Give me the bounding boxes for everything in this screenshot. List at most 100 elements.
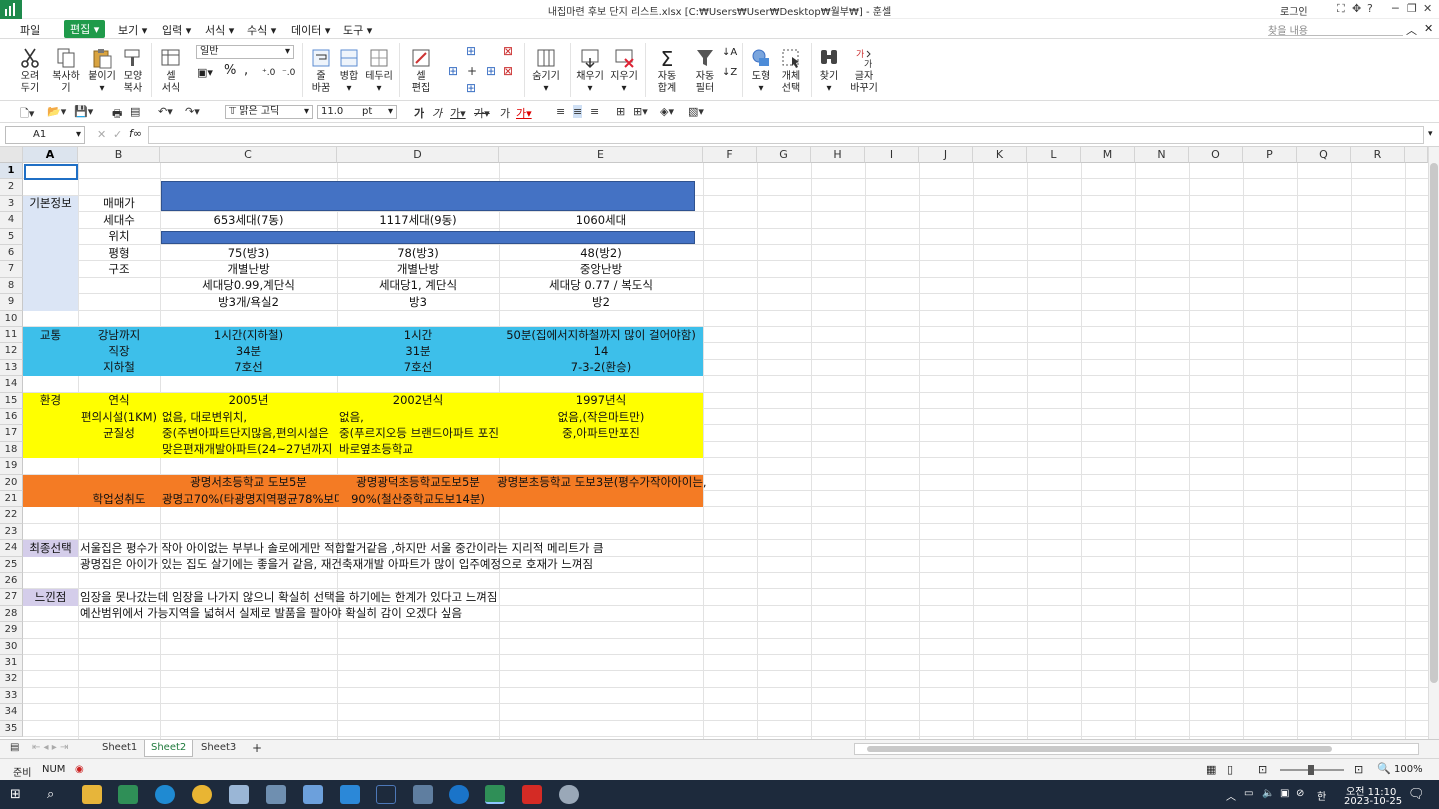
menu-insert[interactable]: 입력 ▾ — [162, 22, 191, 38]
autofilter-button[interactable]: 자동 필터 — [690, 47, 720, 95]
row-header[interactable]: 16 — [0, 409, 23, 426]
windows-start-icon[interactable]: ⊞ — [10, 787, 21, 802]
row-header[interactable]: 18 — [0, 441, 23, 459]
cell-b5[interactable]: 위치 — [78, 229, 160, 245]
confirm-icon[interactable]: ✓ — [113, 128, 122, 141]
underline-icon[interactable]: 가▾ — [450, 105, 466, 121]
save-icon[interactable]: 💾▾ — [74, 105, 93, 118]
delete-col-icon[interactable]: ⊠ — [503, 65, 513, 77]
borders-icon[interactable]: ⊞▾ — [633, 105, 648, 118]
cell-d15[interactable]: 2002년식 — [337, 393, 499, 409]
move-icon[interactable]: ✥ — [1352, 2, 1361, 15]
search-icon[interactable]: ⌕ — [47, 787, 54, 802]
row-header[interactable]: 1 — [0, 163, 23, 180]
percent-icon[interactable]: % — [224, 64, 236, 77]
expand-formula-icon[interactable]: ▾ — [1428, 129, 1433, 139]
cell-c8[interactable]: 세대당0.99,계단식 — [160, 278, 337, 294]
row-header[interactable]: 24 — [0, 540, 23, 557]
cell-c21[interactable]: 광명고70%(타광명지역평균78%보다 — [162, 492, 339, 508]
notification-icon[interactable]: 🗨 — [1408, 787, 1425, 802]
app-icon-14[interactable] — [559, 785, 579, 804]
new-file-icon[interactable]: 🗋▾ — [20, 105, 34, 124]
edge-browser-icon[interactable] — [155, 785, 175, 804]
cell-d6[interactable]: 78(방3) — [337, 246, 499, 262]
cell-d4[interactable]: 1117세대(9동) — [337, 213, 499, 229]
cell-e9[interactable]: 방2 — [499, 295, 703, 311]
zoom-slider-thumb[interactable] — [1308, 765, 1314, 775]
zoom-page-icon[interactable]: ⊡ — [1354, 763, 1363, 776]
sheet-list-icon[interactable]: ▤ — [4, 740, 25, 757]
paste-button[interactable]: 붙이기 ▾ — [87, 47, 117, 95]
menu-data[interactable]: 데이터 ▾ — [291, 22, 330, 38]
cell-b17[interactable]: 균질성 — [78, 426, 160, 442]
selected-cell-a1[interactable] — [24, 164, 78, 180]
cell-c6[interactable]: 75(방3) — [160, 246, 337, 262]
cell-b7[interactable]: 구조 — [78, 262, 160, 278]
insert-sheet-icon[interactable]: ⊞ — [486, 65, 496, 77]
cell-b6[interactable]: 평형 — [78, 246, 160, 262]
cell-d17[interactable]: 중(푸르지오등 브랜드아파트 포진 — [339, 426, 501, 442]
add-sheet-icon[interactable]: + — [246, 740, 268, 757]
cell-b25[interactable]: 광명집은 아이가 있는 집도 살기에는 좋을거 같음, 재건축재개발 아파트가 … — [80, 557, 720, 573]
cell-d18[interactable]: 바로옆초등학교 — [339, 442, 501, 458]
tray-icon-b[interactable]: ⊘ — [1296, 788, 1304, 799]
active-spreadsheet-icon[interactable] — [485, 785, 505, 804]
row-header[interactable]: 28 — [0, 605, 23, 623]
font-color-icon[interactable]: 가▾ — [516, 105, 532, 121]
merge-center-icon[interactable]: ⊞ — [616, 105, 625, 118]
cell-e17[interactable]: 중,아파트만포진 — [499, 426, 703, 442]
row-header[interactable]: 11 — [0, 327, 23, 344]
find-button[interactable]: 찾기 ▾ — [816, 47, 842, 95]
number-format-select[interactable]: 일반 ▾ — [196, 45, 294, 59]
row-header[interactable]: 14 — [0, 376, 23, 393]
sheet-tab-1[interactable]: Sheet1 — [96, 740, 143, 757]
cell-b4[interactable]: 세대수 — [78, 213, 160, 229]
sort-desc-icon[interactable]: ↓Z — [722, 67, 737, 79]
cell-a27[interactable]: 느낀점 — [23, 590, 78, 606]
cell-c11[interactable]: 1시간(지하철) — [160, 328, 337, 344]
row-header[interactable]: 23 — [0, 523, 23, 541]
menu-format[interactable]: 서식 ▾ — [205, 22, 234, 38]
login-button[interactable]: 로그인 — [1280, 3, 1308, 18]
row-header[interactable]: 21 — [0, 491, 23, 508]
sheet-tab-3[interactable]: Sheet3 — [195, 740, 242, 757]
mail-icon[interactable] — [303, 785, 323, 804]
row-header[interactable]: 34 — [0, 704, 23, 721]
print-icon[interactable]: 🖶 — [112, 105, 122, 124]
copy-button[interactable]: 복사하기 — [48, 47, 84, 95]
insert-cell-icon[interactable]: + — [467, 65, 477, 77]
row-header[interactable]: 4 — [0, 212, 23, 229]
clear-button[interactable]: 지우기 ▾ — [608, 47, 640, 95]
row-header[interactable]: 27 — [0, 589, 23, 606]
cell-c18[interactable]: 맞은편재개발아파트(24~27년까지 — [162, 442, 339, 458]
col-header[interactable]: H — [811, 147, 865, 163]
cell-b21[interactable]: 학업성취도 — [78, 492, 160, 508]
cell-e7[interactable]: 중앙난방 — [499, 262, 703, 278]
cell-e20[interactable]: 광명본초등학교 도보3분(평수가작아아이는,) — [497, 475, 707, 491]
bold-icon[interactable]: 가 — [414, 105, 424, 121]
row-header[interactable]: 3 — [0, 195, 23, 213]
cell-c12[interactable]: 34분 — [160, 344, 337, 360]
cell-d9[interactable]: 방3 — [337, 295, 499, 311]
row-header[interactable]: 19 — [0, 458, 23, 475]
volume-icon[interactable]: 🔈 — [1262, 788, 1274, 799]
row-header[interactable]: 22 — [0, 507, 23, 524]
row-header[interactable]: 5 — [0, 228, 23, 245]
cell-b12[interactable]: 직장 — [78, 344, 160, 360]
wrap-text-button[interactable]: 줄 바꿈 — [308, 47, 334, 95]
row-header[interactable]: 13 — [0, 359, 23, 377]
cell-e4[interactable]: 1060세대 — [499, 213, 703, 229]
replace-button[interactable]: 가가 글자 바꾸기 — [846, 47, 882, 95]
cell-b28[interactable]: 예산범위에서 가능지역을 넓혀서 실제로 발품을 팔아야 확실히 감이 오겠다 … — [80, 606, 720, 622]
row-header[interactable]: 17 — [0, 425, 23, 442]
insert-row-icon[interactable]: ⊞ — [466, 45, 476, 57]
border-button[interactable]: 테두리 ▾ — [364, 47, 394, 95]
function-icon[interactable]: f∞ — [129, 127, 142, 140]
search-app-icon[interactable] — [376, 785, 396, 804]
merge-button[interactable]: 병합 ▾ — [336, 47, 362, 95]
col-header[interactable]: C — [160, 147, 337, 163]
cell-b16[interactable]: 편의시설(1KM) — [78, 410, 160, 426]
menu-tools[interactable]: 도구 ▾ — [343, 22, 372, 38]
superscript-icon[interactable]: 가 — [500, 105, 510, 121]
row-header[interactable]: 30 — [0, 638, 23, 655]
